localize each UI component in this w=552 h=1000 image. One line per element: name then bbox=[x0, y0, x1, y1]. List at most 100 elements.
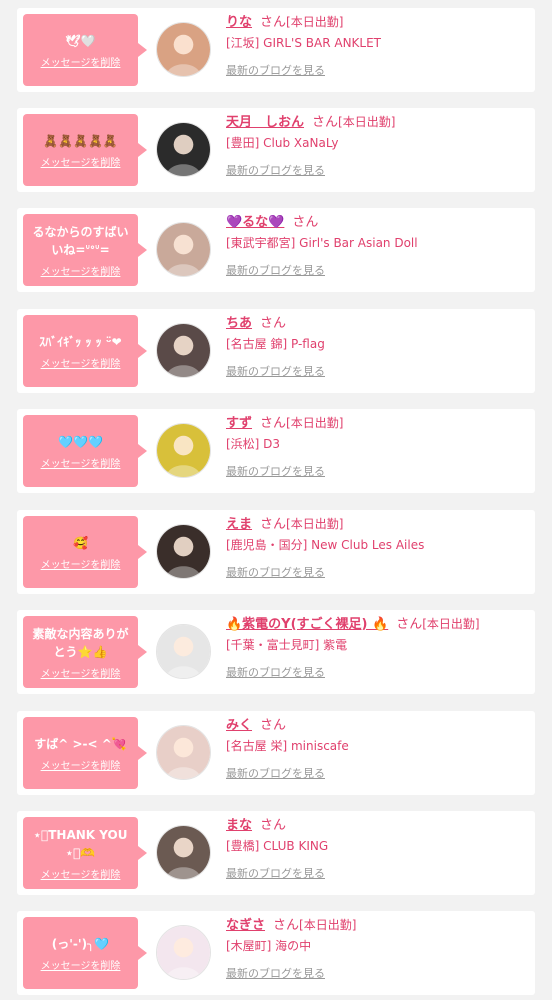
avatar-image bbox=[157, 123, 210, 176]
cast-name-link[interactable]: 天月 しおん bbox=[226, 115, 304, 130]
message-text: (っ'-')╮🩵 bbox=[51, 936, 110, 951]
delete-message-link[interactable]: メッセージを削除 bbox=[41, 263, 121, 278]
message-bubble: 素敵な内容ありがとう⭐️👍 メッセージを削除 bbox=[23, 616, 147, 688]
delete-message-link[interactable]: メッセージを削除 bbox=[41, 757, 121, 772]
name-line: 💜るな💜 さん bbox=[226, 211, 318, 230]
avatar[interactable] bbox=[156, 323, 211, 378]
name-line: みく さん bbox=[226, 714, 286, 733]
message-bubble: ⋆͛THANK YOU⋆͛🫶 メッセージを削除 bbox=[23, 817, 147, 889]
message-text: 🕊🤍 bbox=[65, 33, 96, 48]
cast-name-link[interactable]: 🔥紫電のY(すごく裸足) 🔥 bbox=[226, 617, 388, 632]
message-card: るなからのすばいいね=ᐡᐤᐡ= メッセージを削除 💜るな💜 さん [東武宇都宮] … bbox=[17, 208, 535, 292]
honorific: さん bbox=[396, 617, 423, 632]
message-card: ⋆͛THANK YOU⋆͛🫶 メッセージを削除 まな さん [豊橋] CLUB K… bbox=[17, 811, 535, 895]
name-line: 天月 しおん さん[本日出勤] bbox=[226, 111, 395, 130]
message-text: るなからのすばいいね=ᐡᐤᐡ= bbox=[32, 224, 129, 257]
avatar-image bbox=[157, 424, 210, 477]
delete-message-link[interactable]: メッセージを削除 bbox=[41, 154, 121, 169]
avatar-image bbox=[157, 525, 210, 578]
message-text: ⋆͛THANK YOU⋆͛🫶 bbox=[33, 827, 128, 860]
working-today-badge: [本日出勤] bbox=[286, 416, 344, 430]
message-card: 🧸🧸🧸🧸🧸 メッセージを削除 天月 しおん さん[本日出勤] [豊田] Club … bbox=[17, 108, 535, 192]
delete-message-link[interactable]: メッセージを削除 bbox=[41, 866, 121, 881]
shop-name: [木屋町] 海の中 bbox=[226, 939, 312, 953]
shop-name: [鹿児島・国分] New Club Les Ailes bbox=[226, 538, 425, 552]
avatar-image bbox=[157, 926, 210, 979]
avatar-image bbox=[157, 726, 210, 779]
message-text: 素敵な内容ありがとう⭐️👍 bbox=[32, 626, 129, 659]
latest-blog-link[interactable]: 最新のブログを見る bbox=[226, 363, 325, 379]
latest-blog-link[interactable]: 最新のブログを見る bbox=[226, 62, 325, 78]
avatar[interactable] bbox=[156, 423, 211, 478]
cast-name-link[interactable]: 💜るな💜 bbox=[226, 215, 284, 230]
cast-name-link[interactable]: ちあ bbox=[226, 316, 252, 331]
cast-name-link[interactable]: まな bbox=[226, 818, 252, 833]
shop-name: [千葉・富士見町] 紫電 bbox=[226, 638, 348, 652]
message-bubble: 🧸🧸🧸🧸🧸 メッセージを削除 bbox=[23, 114, 147, 186]
avatar[interactable] bbox=[156, 22, 211, 77]
message-card: 🕊🤍 メッセージを削除 りな さん[本日出勤] [江坂] GIRL'S BAR A… bbox=[17, 8, 535, 92]
avatar-image bbox=[157, 23, 210, 76]
delete-message-link[interactable]: メッセージを削除 bbox=[41, 455, 121, 470]
message-card: 素敵な内容ありがとう⭐️👍 メッセージを削除 🔥紫電のY(すごく裸足) 🔥 さん[… bbox=[17, 610, 535, 694]
latest-blog-link[interactable]: 最新のブログを見る bbox=[226, 564, 325, 580]
cast-name-link[interactable]: えま bbox=[226, 517, 252, 532]
message-text: ｽﾊﾞｲｷﾞｯ ｯ ｯ ᵕ̈❤︎ bbox=[39, 334, 122, 349]
honorific: さん bbox=[260, 316, 287, 331]
message-card: 🥰 メッセージを削除 えま さん[本日出勤] [鹿児島・国分] New Club … bbox=[17, 510, 535, 594]
cast-name-link[interactable]: すず bbox=[226, 416, 252, 431]
delete-message-link[interactable]: メッセージを削除 bbox=[41, 665, 121, 680]
shop-name: [浜松] D3 bbox=[226, 437, 281, 451]
message-card: (っ'-')╮🩵 メッセージを削除 なぎさ さん[本日出勤] [木屋町] 海の中 … bbox=[17, 911, 535, 995]
avatar[interactable] bbox=[156, 524, 211, 579]
latest-blog-link[interactable]: 最新のブログを見る bbox=[226, 162, 325, 178]
avatar-image bbox=[157, 826, 210, 879]
honorific: さん bbox=[292, 215, 319, 230]
message-card: 🩵🩵🩵 メッセージを削除 すず さん[本日出勤] [浜松] D3 最新のブログを見… bbox=[17, 409, 535, 493]
name-line: 🔥紫電のY(すごく裸足) 🔥 さん[本日出勤] bbox=[226, 613, 480, 632]
avatar[interactable] bbox=[156, 122, 211, 177]
delete-message-link[interactable]: メッセージを削除 bbox=[41, 556, 121, 571]
message-bubble: (っ'-')╮🩵 メッセージを削除 bbox=[23, 917, 147, 989]
avatar[interactable] bbox=[156, 825, 211, 880]
working-today-badge: [本日出勤] bbox=[338, 115, 396, 129]
avatar[interactable] bbox=[156, 624, 211, 679]
cast-name-link[interactable]: みく bbox=[226, 718, 252, 733]
name-line: りな さん[本日出勤] bbox=[226, 11, 343, 30]
honorific: さん bbox=[260, 15, 287, 30]
shop-name: [名古屋 栄] miniscafe bbox=[226, 739, 349, 753]
avatar[interactable] bbox=[156, 925, 211, 980]
avatar-image bbox=[157, 625, 210, 678]
message-text: 🩵🩵🩵 bbox=[58, 434, 103, 449]
message-bubble: 🥰 メッセージを削除 bbox=[23, 516, 147, 588]
honorific: さん bbox=[260, 818, 287, 833]
working-today-badge: [本日出勤] bbox=[286, 517, 344, 531]
avatar[interactable] bbox=[156, 725, 211, 780]
message-list: 🕊🤍 メッセージを削除 りな さん[本日出勤] [江坂] GIRL'S BAR A… bbox=[0, 0, 552, 1000]
shop-name: [豊田] Club XaNaLy bbox=[226, 136, 339, 150]
message-bubble: 🕊🤍 メッセージを削除 bbox=[23, 14, 147, 86]
latest-blog-link[interactable]: 最新のブログを見る bbox=[226, 865, 325, 881]
latest-blog-link[interactable]: 最新のブログを見る bbox=[226, 463, 325, 479]
working-today-badge: [本日出勤] bbox=[422, 617, 480, 631]
message-bubble: 🩵🩵🩵 メッセージを削除 bbox=[23, 415, 147, 487]
honorific: さん bbox=[312, 115, 339, 130]
latest-blog-link[interactable]: 最新のブログを見る bbox=[226, 664, 325, 680]
name-line: ちあ さん bbox=[226, 312, 286, 331]
delete-message-link[interactable]: メッセージを削除 bbox=[41, 355, 121, 370]
delete-message-link[interactable]: メッセージを削除 bbox=[41, 54, 121, 69]
shop-name: [東武宇都宮] Girl's Bar Asian Doll bbox=[226, 236, 418, 250]
delete-message-link[interactable]: メッセージを削除 bbox=[41, 957, 121, 972]
latest-blog-link[interactable]: 最新のブログを見る bbox=[226, 262, 325, 278]
message-text: すば^ >-< ^💘 bbox=[34, 736, 127, 751]
cast-name-link[interactable]: りな bbox=[226, 15, 252, 30]
message-card: すば^ >-< ^💘 メッセージを削除 みく さん [名古屋 栄] minisca… bbox=[17, 711, 535, 795]
working-today-badge: [本日出勤] bbox=[286, 15, 344, 29]
latest-blog-link[interactable]: 最新のブログを見る bbox=[226, 765, 325, 781]
avatar[interactable] bbox=[156, 222, 211, 277]
honorific: さん bbox=[273, 918, 300, 933]
cast-name-link[interactable]: なぎさ bbox=[226, 918, 265, 933]
message-card: ｽﾊﾞｲｷﾞｯ ｯ ｯ ᵕ̈❤︎ メッセージを削除 ちあ さん [名古屋 錦] P… bbox=[17, 309, 535, 393]
latest-blog-link[interactable]: 最新のブログを見る bbox=[226, 965, 325, 981]
message-bubble: すば^ >-< ^💘 メッセージを削除 bbox=[23, 717, 147, 789]
